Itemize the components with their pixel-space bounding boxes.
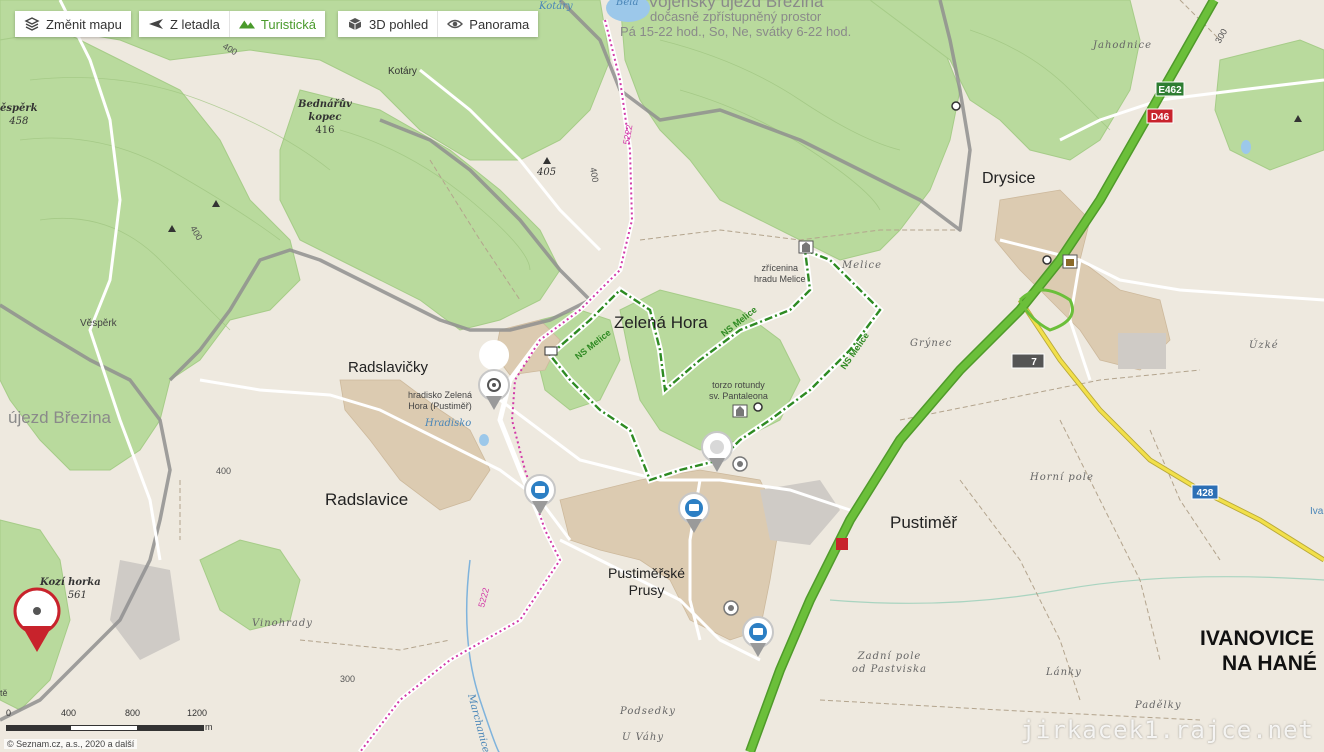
poi-name-2: sv. Pantaleona (709, 391, 768, 401)
aerial-map-label: Z letadla (170, 16, 220, 32)
military-note-2: Pá 15-22 hod., So, Ne, svátky 6-22 hod. (620, 24, 852, 39)
shield-exit7: 7 (1031, 357, 1037, 368)
rotunda-icon (732, 404, 748, 418)
field-name-1: Zadní pole (857, 651, 922, 662)
hill-kozi-altitude: 561 (67, 590, 87, 601)
scale-tick-0: 0 (6, 708, 12, 718)
hill-vesperk-name: ěspěrk (0, 103, 38, 114)
layers-icon (24, 17, 40, 31)
view-3d-label: 3D pohled (369, 16, 429, 32)
village-radslavice: Radslavice (325, 490, 409, 509)
tourist-map-button[interactable]: Turistická (230, 11, 325, 37)
cube-icon (348, 18, 362, 30)
change-map-bar: Změnit mapu (15, 11, 131, 37)
panorama-button[interactable]: Panorama (438, 11, 538, 37)
place-kotary-water: Kotáry (539, 1, 573, 12)
field-uzke: Úzké (1249, 340, 1279, 351)
field-u-vahy: U Váhy (622, 732, 664, 743)
view-3d-button[interactable]: 3D pohled (338, 11, 439, 37)
field-name-2: od Pastviska (852, 664, 927, 675)
military-note-1: dočasně zpřístupněný prostor (649, 9, 822, 24)
altitude-400: 400 (216, 466, 232, 476)
field-jahodnice: Jahodnice (1093, 40, 1152, 51)
chateau-icon (1062, 254, 1078, 269)
poi-hradisko: hradisko Zelená Hora (Pustiměř) (408, 390, 472, 412)
map-type-bar: Z letadla Turistická (139, 11, 326, 37)
village-radslavicky: Radslavičky (348, 359, 429, 376)
town-ivanovice: IVANOVICE NA HANÉ (1200, 626, 1324, 676)
field-zadni-pole: Zadní pole od Pastviska (852, 650, 927, 676)
hill-bednaruv-kopec: Bednářův kopec 416 (298, 98, 352, 137)
town-name-line-1: IVANOVICE (1200, 627, 1314, 650)
aerial-map-button[interactable]: Z letadla (139, 11, 230, 37)
field-vinohrady: Vinohrady (252, 618, 313, 629)
poi-name-1: hradisko Zelená (408, 390, 473, 400)
pin-small-grey-2 (723, 600, 739, 616)
poi-castle-ruin-melice: zřícenina hradu Melice (754, 263, 806, 285)
edge-label-te: tě (0, 688, 8, 698)
scale-tick-1200: 1200 (187, 708, 208, 718)
scale-bar: 0 400 800 1200 m (6, 708, 213, 738)
field-lanky: Lánky (1046, 667, 1082, 678)
poi-rotunda: torzo rotundy sv. Pantaleona (709, 380, 768, 402)
town-name-line-2: NA HANÉ (1222, 652, 1317, 675)
hill-kozi-horka: Kozí horka 561 (40, 576, 101, 602)
hill-name-2: kopec (308, 112, 342, 123)
bus-stop-icon (544, 346, 558, 356)
field-grynec: Grýnec (910, 338, 953, 349)
poi-name-1: torzo rotundy (712, 380, 765, 390)
copyright-notice[interactable]: © Seznam.cz, a.s., 2020 a další (4, 739, 138, 749)
village-zelena-hora: Zelená Hora (614, 313, 708, 332)
field-melice: Melice (842, 260, 883, 271)
shield-428: 428 (1197, 488, 1214, 499)
military-area-side-label: újezd Březina (8, 408, 112, 427)
panorama-label: Panorama (469, 16, 530, 32)
field-padelky: Padělky (1135, 700, 1182, 711)
field-podsedky: Podsedky (620, 706, 676, 717)
hill-vesperk-top: ěspěrk 458 (0, 102, 38, 128)
village-drysice: Drysice (982, 170, 1036, 187)
hill-kozi-name: Kozí horka (40, 577, 101, 588)
poi-name-1: zřícenina (761, 263, 799, 273)
change-map-label: Změnit mapu (46, 16, 122, 32)
watermark: jirkacek1.rajce.net (1020, 716, 1314, 744)
castle-ruin-icon (798, 240, 814, 254)
scale-tick-800: 800 (125, 708, 141, 718)
hill-vesperk-altitude: 458 (9, 116, 29, 127)
airplane-icon (149, 19, 163, 29)
pin-small-grey (732, 456, 748, 472)
place-kotary: Kotáry (388, 66, 417, 77)
poi-name-2: hradu Melice (754, 274, 806, 284)
village-pustimer: Pustiměř (890, 513, 958, 532)
change-map-button[interactable]: Změnit mapu (15, 11, 131, 37)
scale-unit: m (205, 722, 213, 732)
shield-d46: D46 (1151, 112, 1170, 123)
village-pustimerske-prusy: Pustiměřské Prusy (608, 565, 685, 599)
tourist-map-label: Turistická (260, 16, 317, 32)
shield-e462: E462 (1158, 85, 1182, 96)
field-hradisko: Hradisko (425, 418, 472, 429)
lake-bela: Bělá (616, 0, 639, 8)
scale-bar-track (6, 725, 204, 731)
viewpoint-icon (753, 402, 763, 412)
hill-altitude: 416 (315, 125, 335, 136)
village-name-line-2: Prusy (628, 582, 665, 598)
edge-label-iva: Iva (1310, 506, 1324, 517)
place-vesperk: Věspěrk (80, 318, 117, 329)
altitude-405: 405 (537, 167, 557, 178)
village-name-line-1: Pustiměřské (608, 565, 686, 581)
scale-tick-400: 400 (61, 708, 77, 718)
military-area-label: Vojenský újezd Březina dočasně zpřístupn… (620, 0, 851, 39)
mountains-icon (238, 20, 255, 29)
map-canvas[interactable]: E462 D46 428 7 NS Melice NS Melice NS Me… (0, 0, 1324, 752)
field-horni-pole: Horní pole (1030, 472, 1094, 483)
poi-name-2: Hora (Pustiměř) (408, 401, 472, 411)
railway-station-icon (836, 538, 848, 550)
view-mode-bar: 3D pohled Panorama (338, 11, 539, 37)
hill-name-1: Bednářův (298, 99, 352, 110)
eye-icon (447, 19, 464, 29)
altitude-300: 300 (340, 674, 356, 684)
military-title: Vojenský újezd Březina (647, 0, 824, 11)
